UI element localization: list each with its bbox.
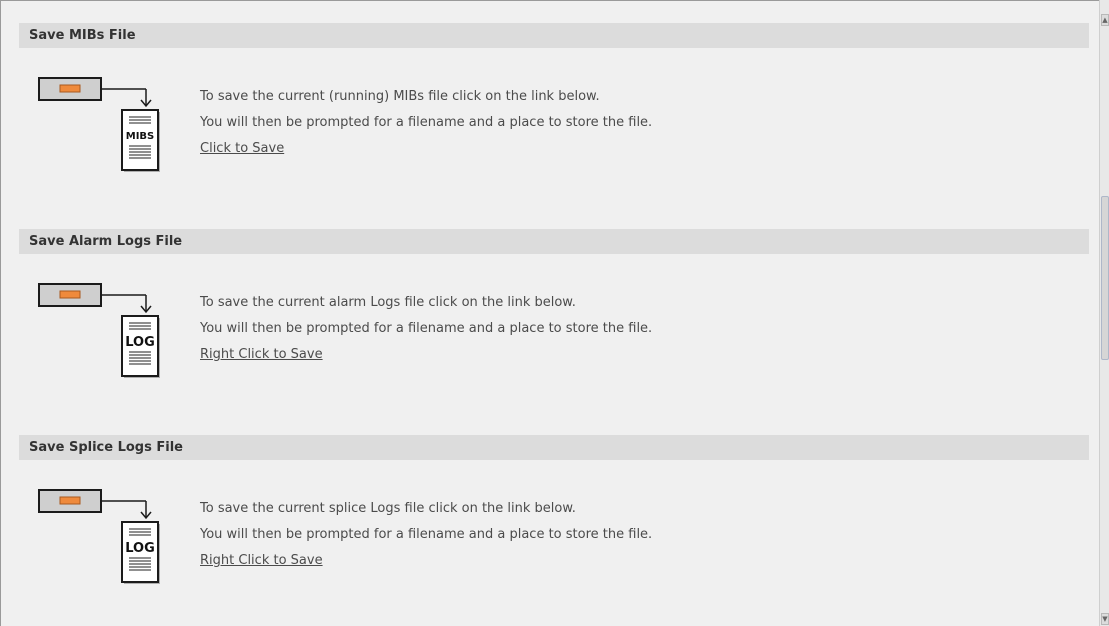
document-icon-label: LOG (125, 335, 155, 350)
instruction-line-1: To save the current alarm Logs file clic… (200, 295, 576, 310)
save-alarm-logs-link[interactable]: Right Click to Save (200, 347, 323, 362)
instruction-line-1: To save the current (running) MIBs file … (200, 89, 600, 104)
section-save-alarm-logs: Save Alarm Logs File LOG To save the cur… (19, 229, 1089, 378)
document-icon-label: MIBS (126, 131, 155, 142)
device-icon: LOG (38, 283, 160, 378)
vertical-scrollbar[interactable]: ▲ ▼ (1099, 0, 1109, 626)
instruction-text: To save the current alarm Logs file clic… (200, 290, 652, 368)
section-header: Save Alarm Logs File (19, 229, 1089, 254)
instruction-line-2: You will then be prompted for a filename… (200, 527, 653, 542)
section-title: Save Alarm Logs File (29, 234, 183, 249)
section-header: Save MIBs File (19, 23, 1089, 48)
download-illustration: MIBS (38, 77, 178, 187)
instruction-line-2: You will then be prompted for a filename… (200, 321, 653, 336)
instruction-text: To save the current splice Logs file cli… (200, 496, 652, 574)
save-splice-logs-link[interactable]: Right Click to Save (200, 553, 323, 568)
content-frame: Save MIBs File MIBS To save the current … (0, 0, 1099, 626)
instruction-line-2: You will then be prompted for a filename… (200, 115, 653, 130)
scroll-up-icon[interactable]: ▲ (1101, 14, 1109, 26)
download-illustration: LOG (38, 283, 178, 393)
scroll-down-icon[interactable]: ▼ (1101, 613, 1109, 625)
device-icon: LOG (38, 489, 160, 584)
section-title: Save Splice Logs File (29, 440, 183, 455)
instruction-line-1: To save the current splice Logs file cli… (200, 501, 576, 516)
download-illustration: LOG (38, 489, 178, 599)
section-save-splice-logs: Save Splice Logs File LOG To save the cu… (19, 435, 1089, 584)
section-save-mibs: Save MIBs File MIBS To save the current … (19, 23, 1089, 172)
section-title: Save MIBs File (29, 28, 136, 43)
save-mibs-link[interactable]: Click to Save (200, 141, 284, 156)
document-icon-label: LOG (125, 541, 155, 556)
instruction-text: To save the current (running) MIBs file … (200, 84, 652, 162)
device-icon: MIBS (38, 77, 160, 172)
scroll-thumb[interactable] (1101, 196, 1109, 360)
section-header: Save Splice Logs File (19, 435, 1089, 460)
